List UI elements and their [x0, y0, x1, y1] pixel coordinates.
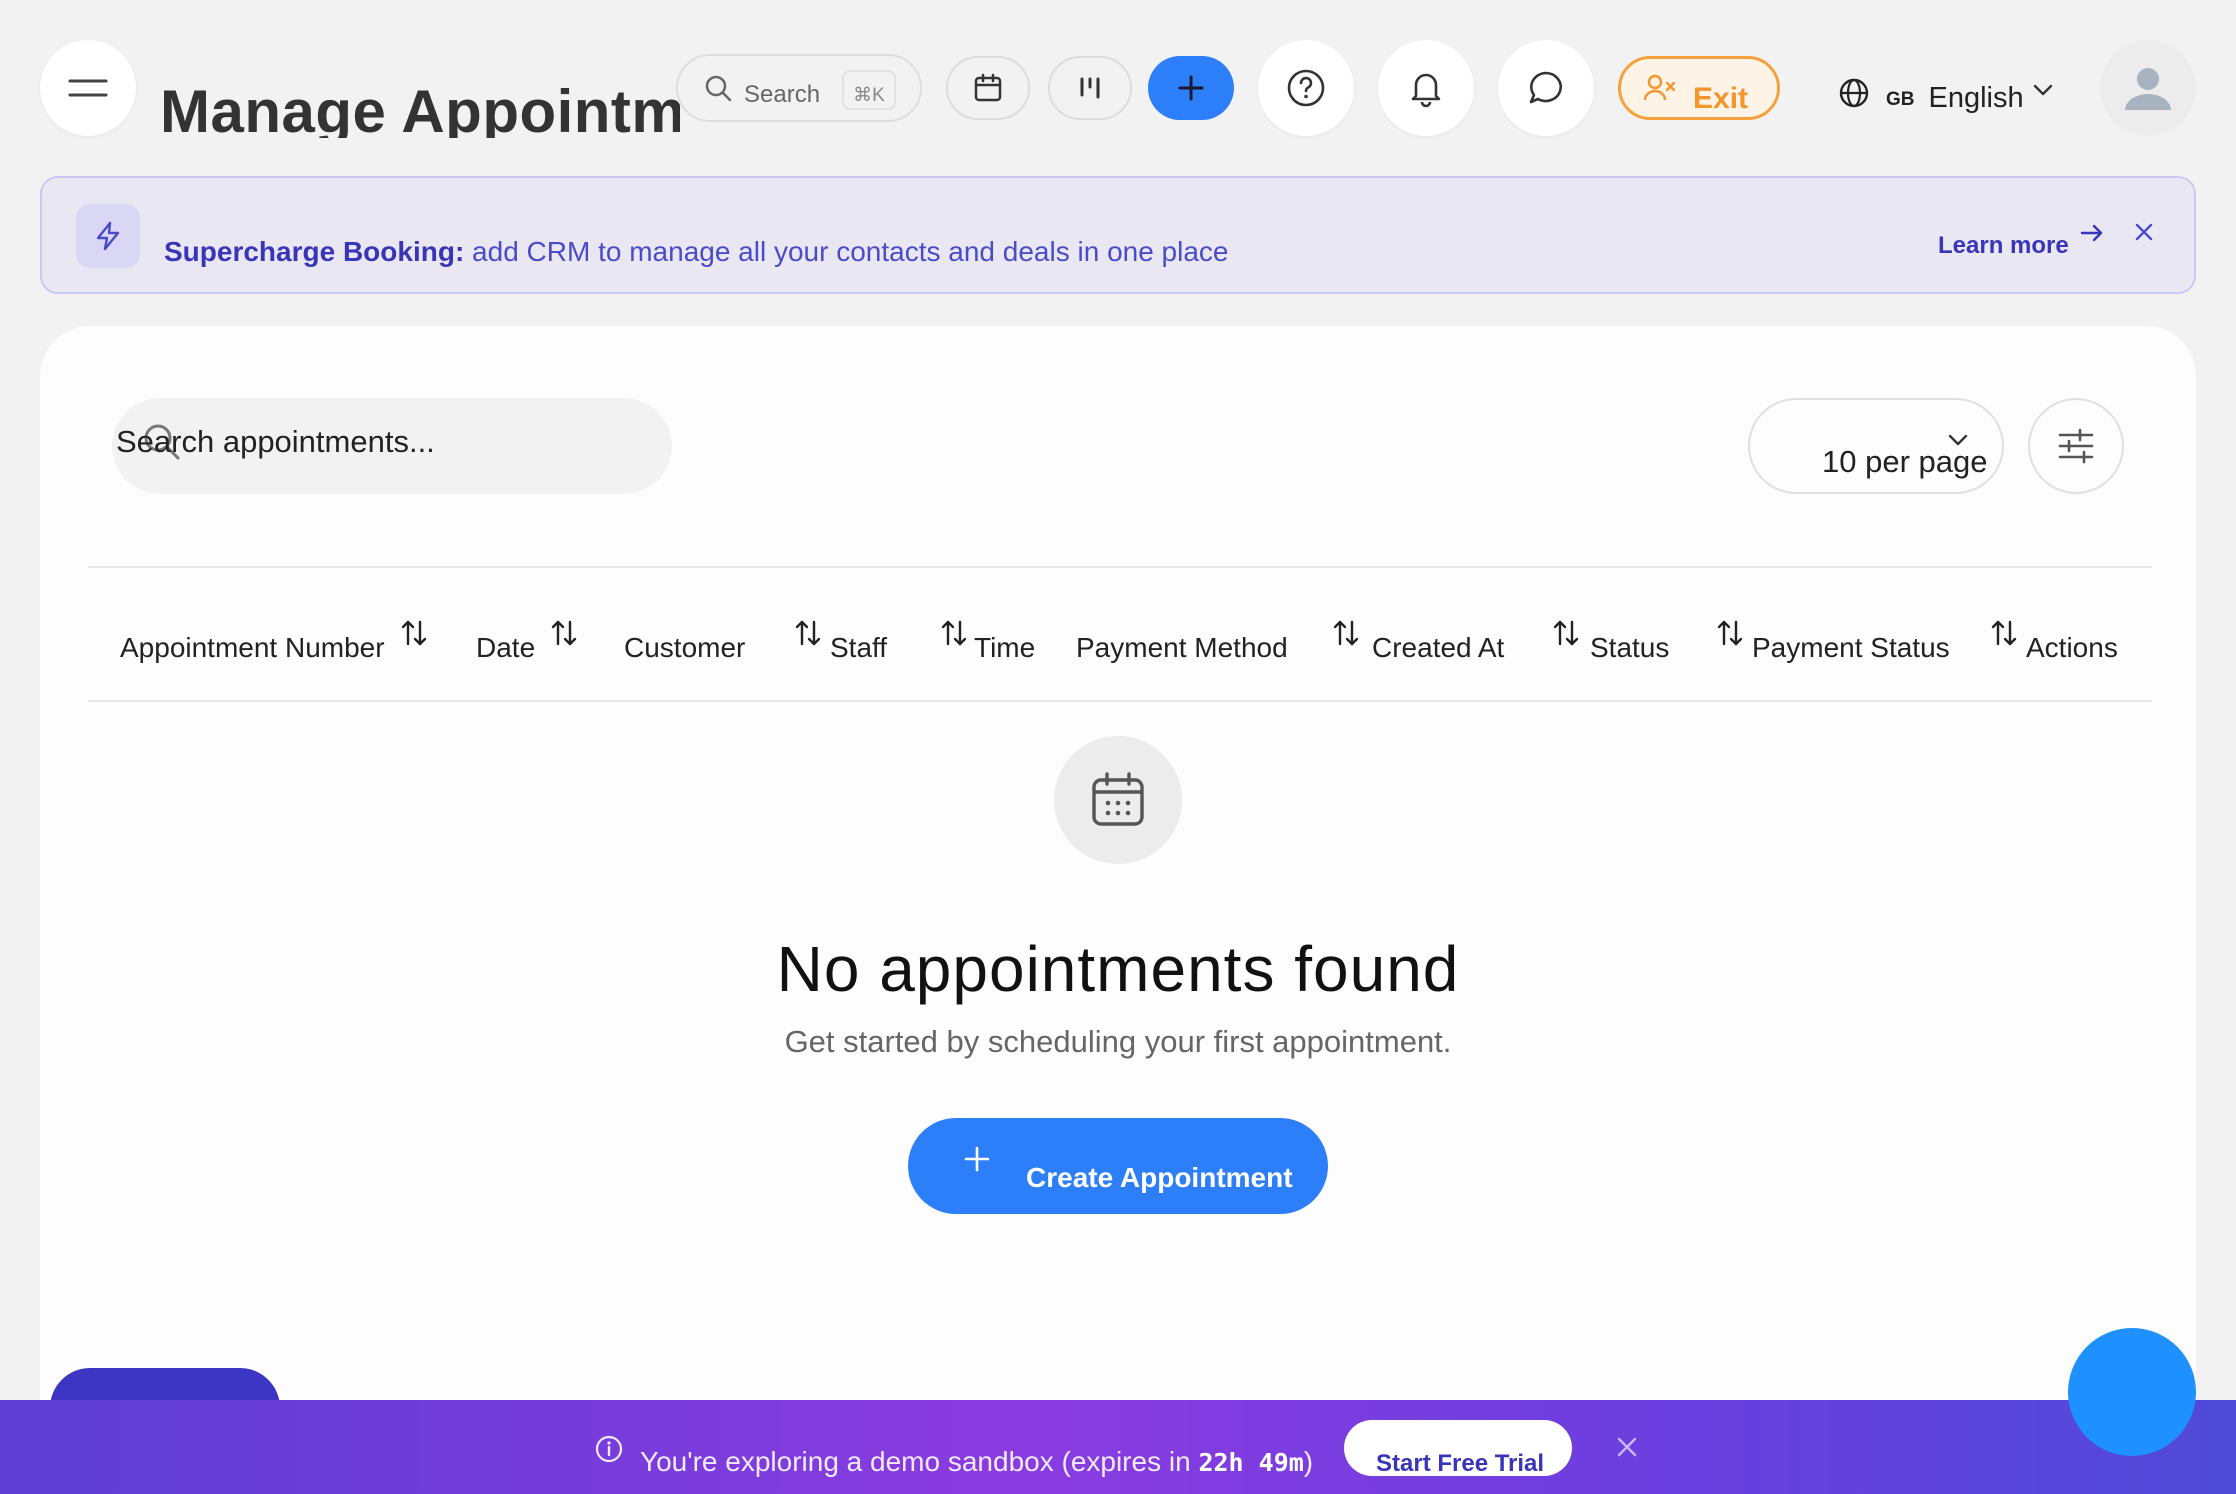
- column-actions: Actions: [2026, 632, 2118, 663]
- column-date[interactable]: Date: [476, 632, 535, 664]
- banner-icon-box: [76, 204, 140, 268]
- learn-more-link[interactable]: Learn more: [1938, 224, 2105, 260]
- user-x-icon: [1643, 74, 1676, 101]
- search-icon: [705, 75, 732, 102]
- chevron-down-icon: [1948, 434, 1968, 446]
- per-page-value: 10 per page: [1822, 444, 1988, 479]
- user-icon: [2125, 68, 2171, 110]
- menu-icon: [68, 79, 108, 97]
- kanban-icon: [1080, 77, 1100, 99]
- column-customer[interactable]: Customer: [624, 632, 745, 664]
- info-icon: [595, 1435, 623, 1463]
- notifications-button[interactable]: [1378, 40, 1474, 136]
- create-appointment-label: Create Appointment: [1026, 1162, 1293, 1193]
- menu-button[interactable]: [40, 40, 136, 136]
- arrow-right-icon: [2080, 224, 2102, 242]
- appointments-card: Search appointments... 10 per page Appoi…: [40, 326, 2196, 1494]
- lightning-icon: [96, 221, 120, 251]
- calendar-icon: [1092, 772, 1144, 826]
- per-page-select[interactable]: 10 per page: [1748, 398, 2004, 494]
- demo-message-suffix: ): [1303, 1446, 1314, 1477]
- sort-icon[interactable]: [1330, 618, 1362, 650]
- banner-body: add CRM to manage all your contacts and …: [472, 236, 1229, 267]
- close-icon[interactable]: [1614, 1434, 1640, 1460]
- new-appointment-button[interactable]: [1148, 56, 1234, 120]
- sort-icon[interactable]: [1550, 618, 1582, 650]
- exit-label: Exit: [1693, 82, 1749, 115]
- kanban-view-button[interactable]: [1048, 56, 1132, 120]
- banner-close-button[interactable]: [2132, 220, 2156, 244]
- chevron-down-icon: [2033, 84, 2052, 96]
- column-appointment-number[interactable]: Appointment Number: [120, 632, 385, 664]
- support-chat-fab[interactable]: [2068, 1328, 2196, 1456]
- avatar[interactable]: [2100, 40, 2196, 136]
- chat-button[interactable]: [1498, 40, 1594, 136]
- column-created-at[interactable]: Created At: [1372, 632, 1504, 664]
- search-shortcut-badge: ⌘K: [842, 70, 896, 110]
- banner-message: Supercharge Booking: add CRM to manage a…: [164, 236, 1229, 268]
- filter-button[interactable]: [2028, 398, 2124, 494]
- page-title: Manage Appointments: [160, 78, 680, 138]
- sort-icon[interactable]: [548, 618, 580, 650]
- filter-icon: [2058, 428, 2094, 464]
- close-icon: [2135, 223, 2153, 241]
- plus-icon: [964, 1146, 990, 1172]
- column-time: Time: [974, 632, 1036, 663]
- calendar-view-button[interactable]: [946, 56, 1030, 120]
- empty-state-title: No appointments found: [776, 933, 1460, 1005]
- column-status[interactable]: Status: [1590, 632, 1669, 664]
- sort-icon[interactable]: [1988, 618, 2020, 650]
- divider: [88, 566, 2152, 568]
- language-name: English: [1928, 81, 2024, 114]
- sort-icon[interactable]: [938, 618, 970, 650]
- help-icon: [1287, 69, 1325, 107]
- start-free-trial-button[interactable]: Start Free Trial: [1344, 1420, 1572, 1477]
- appointments-search-placeholder: Search appointments...: [116, 424, 435, 459]
- appointments-search-input[interactable]: Search appointments...: [112, 398, 672, 494]
- global-search-label: Search: [744, 81, 821, 108]
- banner-highlight: Supercharge Booking:: [164, 236, 465, 267]
- demo-sandbox-message: You're exploring a demo sandbox (expires…: [640, 1446, 1313, 1478]
- exit-button[interactable]: Exit: [1618, 56, 1780, 120]
- calendar-icon: [974, 73, 1002, 102]
- column-payment-method[interactable]: Payment Method: [1076, 632, 1288, 664]
- start-free-trial-label: Start Free Trial: [1376, 1450, 1545, 1477]
- plus-icon: [1178, 75, 1204, 101]
- demo-sandbox-bar: You're exploring a demo sandbox (expires…: [0, 1400, 2236, 1494]
- empty-state-subtitle: Get started by scheduling your first app…: [784, 1024, 1452, 1059]
- sort-icon[interactable]: [398, 618, 430, 650]
- column-staff[interactable]: Staff: [830, 632, 887, 664]
- language-code: GB: [1886, 89, 1915, 110]
- column-payment-status[interactable]: Payment Status: [1752, 632, 1950, 664]
- demo-expiry: 22h 49m: [1198, 1448, 1304, 1477]
- language-selector[interactable]: GB English: [1838, 68, 2054, 118]
- learn-more-label: Learn more: [1938, 232, 2069, 259]
- divider: [88, 700, 2152, 702]
- globe-icon: [1839, 78, 1869, 108]
- sort-icon[interactable]: [1714, 618, 1746, 650]
- help-button[interactable]: [1258, 40, 1354, 136]
- chat-icon: [1529, 71, 1562, 104]
- create-appointment-button[interactable]: Create Appointment: [908, 1118, 1328, 1214]
- empty-state-icon: [1054, 736, 1182, 864]
- global-search-button[interactable]: Search ⌘K: [676, 54, 922, 122]
- promo-banner: Supercharge Booking: add CRM to manage a…: [40, 176, 2196, 294]
- sort-icon[interactable]: [792, 618, 824, 650]
- demo-message-text: You're exploring a demo sandbox (expires…: [640, 1446, 1199, 1477]
- bell-icon: [1411, 73, 1441, 108]
